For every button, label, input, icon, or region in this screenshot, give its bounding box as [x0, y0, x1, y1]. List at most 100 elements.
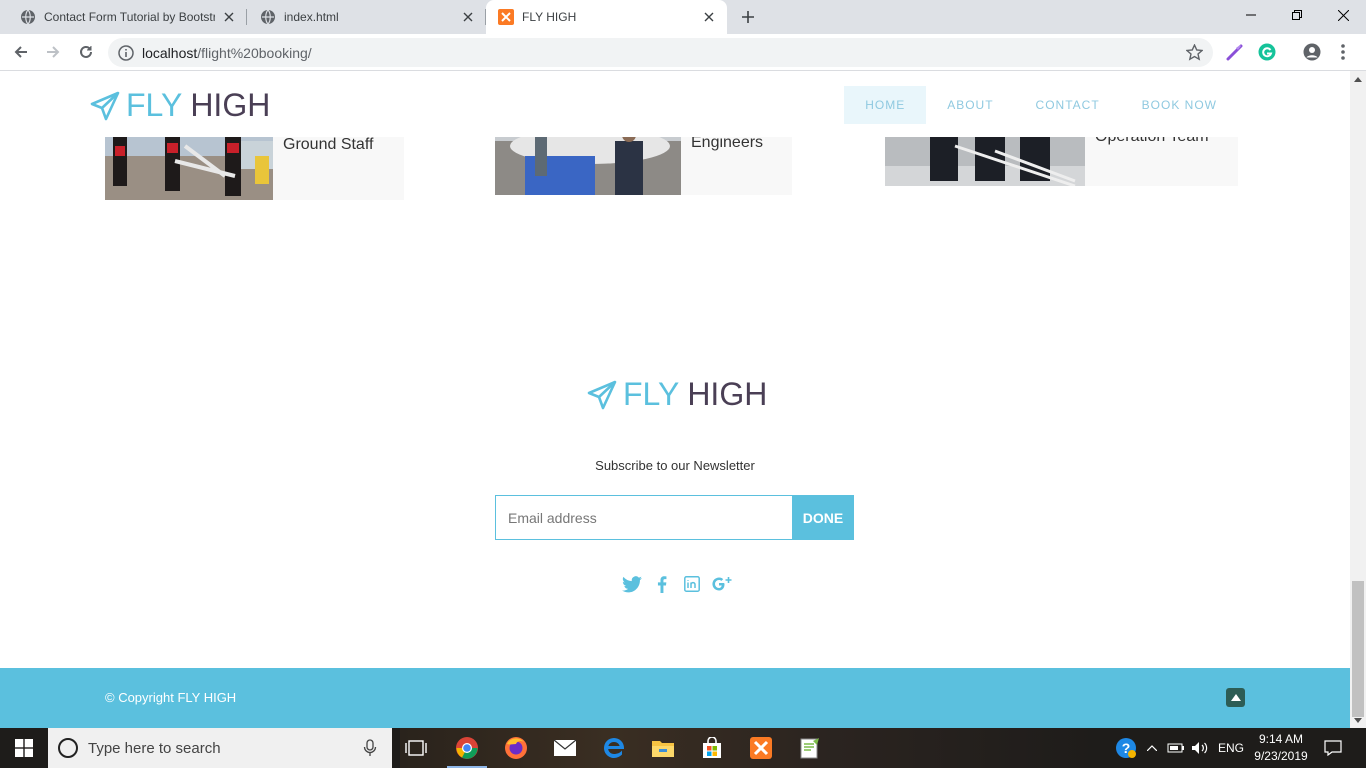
- taskbar-mail[interactable]: [541, 728, 589, 768]
- task-view-button[interactable]: [392, 728, 440, 768]
- windows-logo-icon: [15, 739, 33, 757]
- new-tab-button[interactable]: [736, 5, 760, 29]
- team-caption: Ground Staff: [283, 136, 374, 153]
- globe-icon: [261, 9, 275, 25]
- site-header: FLY HIGH HOME ABOUT CONTACT BOOK NOW: [0, 71, 1350, 137]
- plus-icon: [742, 11, 754, 23]
- help-icon: ?: [1116, 738, 1136, 758]
- grammarly-extension-button[interactable]: [1255, 40, 1279, 64]
- taskbar-search-box[interactable]: Type here to search: [48, 728, 392, 768]
- newsletter-heading: Subscribe to our Newsletter: [595, 458, 755, 473]
- scroll-up-arrow-icon[interactable]: [1350, 71, 1366, 87]
- nav-home[interactable]: HOME: [844, 86, 927, 124]
- nav-about[interactable]: ABOUT: [926, 86, 1014, 124]
- account-icon: [1303, 43, 1321, 61]
- logo-fly: FLY: [623, 376, 680, 412]
- address-bar[interactable]: localhost/flight%20booking/: [108, 38, 1213, 67]
- page-scrollbar[interactable]: [1350, 71, 1366, 728]
- close-tab-icon[interactable]: [460, 9, 476, 25]
- nav-contact[interactable]: CONTACT: [1015, 86, 1121, 124]
- scroll-down-arrow-icon[interactable]: [1350, 712, 1366, 728]
- back-button[interactable]: [9, 40, 33, 64]
- page-viewport: Ground Staff Engineers Operation Team FL…: [0, 71, 1350, 728]
- back-to-top-button[interactable]: [1226, 688, 1245, 707]
- done-button[interactable]: DONE: [792, 495, 854, 540]
- arrow-left-icon: [14, 46, 27, 58]
- arrow-right-icon: [47, 46, 60, 58]
- search-placeholder: Type here to search: [88, 739, 221, 757]
- folder-icon: [652, 741, 674, 757]
- taskbar-firefox[interactable]: [492, 728, 540, 768]
- tray-volume[interactable]: [1189, 728, 1211, 768]
- taskbar-edge[interactable]: [590, 728, 638, 768]
- taskbar-xampp[interactable]: [737, 728, 785, 768]
- tray-clock[interactable]: 9:14 AM 9/23/2019: [1248, 731, 1314, 765]
- reload-button[interactable]: [74, 40, 98, 64]
- taskbar-store[interactable]: [688, 728, 736, 768]
- nav-book-now[interactable]: BOOK NOW: [1121, 86, 1238, 124]
- twitter-icon[interactable]: [622, 574, 642, 594]
- browser-tab-strip: Contact Form Tutorial by Bootstr index.h…: [0, 0, 1366, 34]
- grammarly-icon: [1258, 43, 1276, 61]
- footer-logo[interactable]: FLY HIGH: [587, 376, 767, 413]
- main-nav: HOME ABOUT CONTACT BOOK NOW: [844, 86, 1238, 124]
- chevron-up-icon: [1147, 745, 1157, 751]
- more-vertical-icon: [1341, 44, 1345, 60]
- extension-quill-button[interactable]: [1223, 40, 1247, 64]
- browser-toolbar: localhost/flight%20booking/: [0, 34, 1366, 71]
- restore-icon: [1292, 10, 1302, 20]
- cortana-icon: [58, 738, 78, 758]
- close-tab-icon[interactable]: [701, 9, 717, 25]
- tray-language[interactable]: ENG: [1214, 728, 1248, 768]
- xampp-icon: [750, 737, 772, 759]
- site-logo[interactable]: FLY HIGH: [90, 87, 270, 124]
- linkedin-icon[interactable]: [682, 574, 702, 594]
- battery-icon: [1167, 743, 1184, 753]
- clock-date: 9/23/2019: [1254, 749, 1308, 763]
- browser-tab-index[interactable]: index.html: [240, 0, 486, 34]
- url-host: localhost: [142, 44, 198, 61]
- edge-icon: [604, 738, 624, 758]
- chrome-menu-button[interactable]: [1331, 40, 1355, 64]
- microphone-icon[interactable]: [362, 739, 378, 757]
- close-window-button[interactable]: [1320, 0, 1366, 30]
- copyright-bar: © Copyright FLY HIGH: [0, 668, 1350, 728]
- start-button[interactable]: [0, 728, 48, 768]
- browser-tab-fly-high[interactable]: FLY HIGH: [486, 0, 727, 34]
- clock-time: 9:14 AM: [1258, 732, 1304, 746]
- firefox-icon: [505, 737, 527, 759]
- minimize-icon: [1246, 14, 1256, 16]
- taskbar-file-explorer[interactable]: [639, 728, 687, 768]
- notepad-icon: [800, 738, 819, 759]
- tab-title: FLY HIGH: [522, 10, 577, 24]
- paper-plane-icon: [90, 91, 120, 120]
- forward-button[interactable]: [41, 40, 65, 64]
- taskbar-chrome[interactable]: [443, 728, 491, 768]
- chrome-icon: [456, 737, 478, 759]
- google-plus-icon[interactable]: [712, 574, 732, 594]
- tray-help[interactable]: ?: [1112, 728, 1140, 768]
- social-links: [622, 574, 732, 594]
- action-center-button[interactable]: [1318, 728, 1348, 768]
- copyright-text: © Copyright FLY HIGH: [105, 690, 237, 705]
- xampp-icon: [498, 9, 514, 25]
- close-tab-icon[interactable]: [221, 9, 237, 25]
- tray-battery[interactable]: [1165, 728, 1187, 768]
- info-icon[interactable]: [118, 44, 134, 61]
- speaker-icon: [1192, 742, 1208, 754]
- scrollbar-thumb[interactable]: [1352, 581, 1364, 717]
- tab-title: Contact Form Tutorial by Bootstr: [44, 10, 215, 24]
- facebook-icon[interactable]: [652, 574, 672, 594]
- url-text: localhost/flight%20booking/: [142, 45, 312, 61]
- restore-button[interactable]: [1274, 0, 1320, 30]
- browser-tab-contact-form[interactable]: Contact Form Tutorial by Bootstr: [0, 0, 247, 34]
- paper-plane-icon: [587, 380, 617, 409]
- bookmark-star-icon[interactable]: [1186, 44, 1203, 61]
- minimize-button[interactable]: [1228, 0, 1274, 30]
- show-hidden-icons-button[interactable]: [1143, 728, 1161, 768]
- taskbar-notepad-plus[interactable]: [786, 728, 834, 768]
- windows-taskbar: Type here to search ? ENG 9:14 AM 9/23/2…: [0, 728, 1366, 768]
- email-field[interactable]: [495, 495, 792, 540]
- close-icon: [1337, 9, 1349, 21]
- profile-button[interactable]: [1300, 40, 1324, 64]
